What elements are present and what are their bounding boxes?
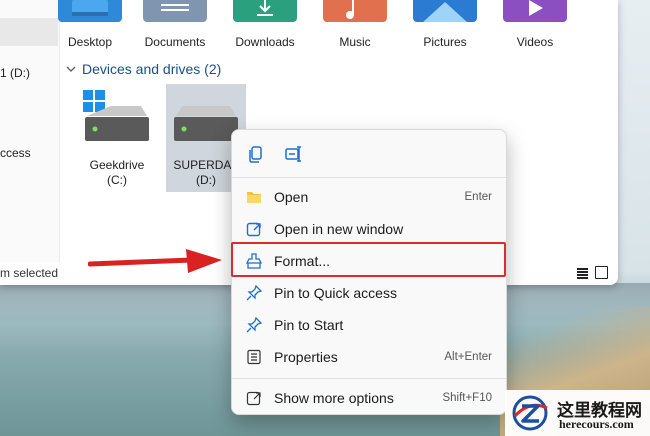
desktop-folder-icon	[58, 0, 122, 22]
watermark-logo-icon	[512, 395, 548, 431]
rename-button[interactable]	[284, 144, 304, 164]
folder-label: Videos	[516, 35, 554, 49]
folder-label: Downloads	[235, 35, 295, 49]
documents-folder-icon	[143, 0, 207, 22]
menu-item-pin-to-quick-access[interactable]: Pin to Quick access	[238, 278, 502, 308]
drive-name: Geekdrive	[89, 158, 145, 172]
copy-icon	[249, 146, 262, 163]
menu-item-label: Pin to Quick access	[274, 285, 397, 301]
format-highlight-box	[231, 242, 506, 277]
menu-separator	[232, 378, 506, 379]
pin-start-icon	[246, 317, 262, 333]
pin-icon	[246, 285, 262, 301]
videos-folder-icon	[503, 0, 567, 22]
copy-button[interactable]	[246, 144, 266, 164]
status-text: m selected	[0, 266, 59, 280]
context-menu-quick-actions	[232, 130, 506, 178]
sidebar-item-drive-d[interactable]: 1 (D:)	[0, 66, 30, 80]
folder-pictures[interactable]: Pictures	[400, 0, 490, 56]
folder-open-icon	[247, 192, 261, 203]
folder-label: Desktop	[67, 35, 113, 49]
menu-item-label: Open	[274, 189, 309, 205]
menu-item-properties[interactable]: Properties Alt+Enter	[238, 342, 502, 372]
menu-item-label: Show more options	[274, 390, 394, 406]
folder-music[interactable]: Music	[310, 0, 400, 56]
menu-item-shortcut: Shift+F10	[442, 392, 492, 404]
menu-item-shortcut: Alt+Enter	[444, 351, 492, 363]
menu-item-label: Properties	[274, 349, 338, 365]
properties-icon	[247, 349, 261, 365]
drive-label: Geekdrive (C:)	[77, 158, 157, 188]
more-options-icon	[246, 391, 261, 406]
windows-drive-icon	[83, 90, 149, 141]
folder-label: Pictures	[423, 35, 467, 49]
pictures-folder-icon	[413, 0, 477, 22]
open-new-window-icon	[246, 222, 261, 237]
folder-videos[interactable]: Videos	[490, 0, 580, 56]
menu-item-shortcut: Enter	[464, 191, 493, 203]
menu-item-pin-to-start[interactable]: Pin to Start	[238, 310, 502, 340]
music-folder-icon	[323, 0, 387, 22]
chevron-down-icon	[66, 66, 76, 72]
folder-label: Documents	[144, 35, 206, 49]
annotation-arrow-icon	[88, 249, 222, 273]
watermark-url: herecours.com	[559, 417, 634, 431]
folder-downloads[interactable]: Downloads	[220, 0, 310, 56]
menu-item-open-in-new-window[interactable]: Open in new window	[238, 214, 502, 244]
rename-icon	[285, 146, 301, 162]
devices-and-drives-header[interactable]: Devices and drives (2)	[66, 60, 221, 78]
downloads-folder-icon	[233, 0, 297, 22]
tiles-view-icon[interactable]	[595, 266, 608, 279]
menu-item-label: Open in new window	[274, 221, 404, 237]
menu-item-label: Pin to Start	[274, 317, 344, 333]
details-view-icon[interactable]	[576, 266, 589, 279]
group-label: Devices and drives (2)	[82, 61, 222, 77]
drive-geekdrive[interactable]: Geekdrive (C:)	[77, 84, 157, 192]
folder-documents[interactable]: Documents	[130, 0, 220, 56]
watermark: 这里教程网 herecours.com	[505, 390, 650, 436]
menu-item-show-more-options[interactable]: Show more options Shift+F10	[238, 383, 502, 413]
sidebar-item-quick-access[interactable]: ccess	[0, 146, 31, 160]
drive-letter: (C:)	[107, 173, 127, 187]
view-toggle	[576, 266, 608, 279]
folder-label: Music	[339, 35, 371, 49]
folder-desktop[interactable]: Desktop	[45, 0, 135, 56]
menu-item-open[interactable]: Open Enter	[238, 182, 502, 212]
folders-row: Desktop Documents Downloads Music Pictur…	[58, 0, 618, 56]
